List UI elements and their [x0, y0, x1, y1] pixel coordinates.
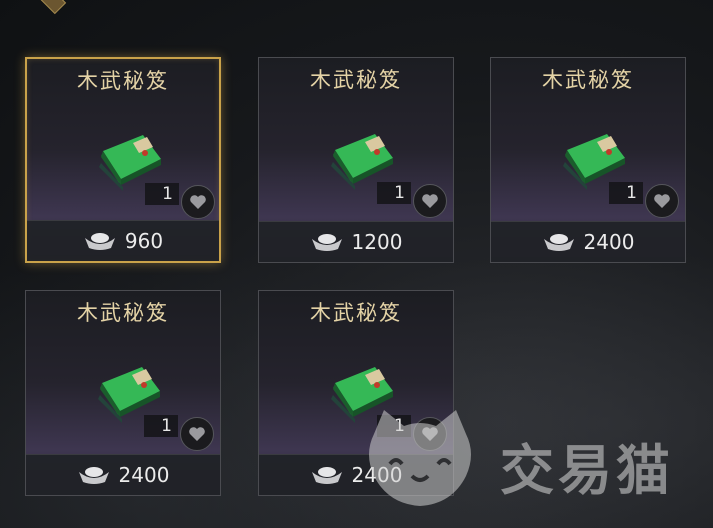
item-name: 木武秘笈 [542, 68, 634, 92]
item-name: 木武秘笈 [310, 301, 402, 325]
silver-ingot-icon [84, 233, 115, 250]
favorite-button[interactable] [645, 184, 679, 218]
silver-ingot-icon [311, 234, 342, 251]
price-value: 960 [124, 229, 164, 253]
item-name: 木武秘笈 [77, 301, 169, 325]
item-card[interactable]: 木武秘笈 1 1200 [258, 57, 454, 263]
heart-icon [189, 427, 205, 441]
favorite-button[interactable] [181, 185, 215, 219]
price-bar: 2400 [491, 221, 685, 262]
corner-ornament [37, 0, 67, 15]
heart-icon [190, 195, 206, 209]
favorite-button[interactable] [180, 417, 214, 451]
price-value: 2400 [583, 230, 635, 254]
heart-icon [422, 194, 438, 208]
item-card[interactable]: 木武秘笈 1 2400 [258, 290, 454, 496]
silver-ingot-icon [543, 234, 574, 251]
price-value: 2400 [351, 463, 403, 487]
price-bar: 1200 [259, 221, 453, 262]
item-card[interactable]: 木武秘笈 1 2400 [25, 290, 221, 496]
quantity-badge: 1 [377, 182, 411, 204]
price-bar: 2400 [26, 454, 220, 495]
quantity-badge: 1 [377, 415, 411, 437]
silver-ingot-icon [78, 467, 109, 484]
favorite-button[interactable] [413, 417, 447, 451]
price-bar: 2400 [259, 454, 453, 495]
heart-icon [654, 194, 670, 208]
price-value: 2400 [118, 463, 170, 487]
price-value: 1200 [351, 230, 403, 254]
item-name: 木武秘笈 [310, 68, 402, 92]
price-bar: 960 [27, 220, 219, 261]
heart-icon [422, 427, 438, 441]
item-card[interactable]: 木武秘笈 1 960 [25, 57, 221, 263]
quantity-badge: 1 [144, 415, 178, 437]
quantity-badge: 1 [145, 183, 179, 205]
favorite-button[interactable] [413, 184, 447, 218]
silver-ingot-icon [311, 467, 342, 484]
item-card[interactable]: 木武秘笈 1 2400 [490, 57, 686, 263]
item-name: 木武秘笈 [77, 69, 169, 93]
quantity-badge: 1 [609, 182, 643, 204]
